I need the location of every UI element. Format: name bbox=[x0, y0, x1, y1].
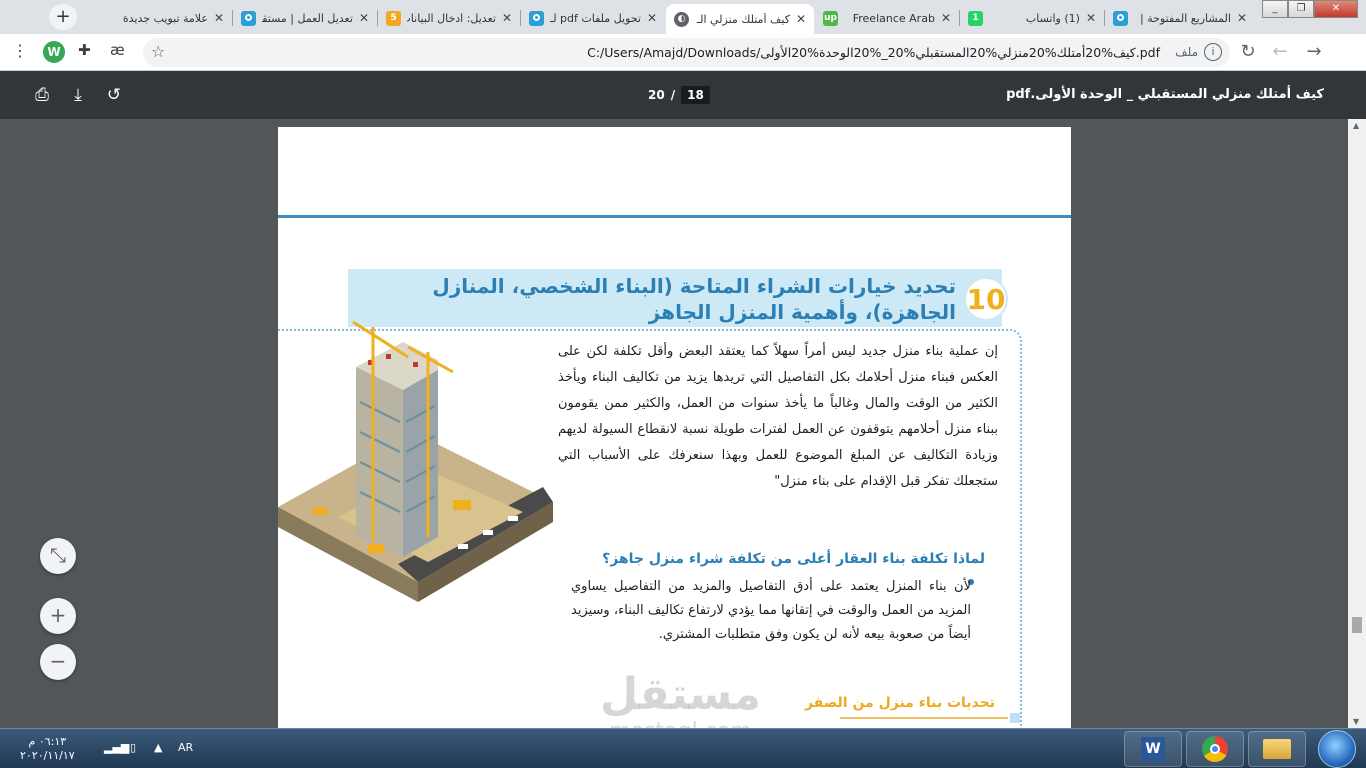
subheading-underline bbox=[840, 717, 1008, 719]
clock-time: ٠٦:١٣ م bbox=[28, 735, 67, 748]
tab-close-icon[interactable]: ✕ bbox=[796, 12, 806, 26]
back-icon[interactable]: → bbox=[1302, 41, 1326, 62]
zoom-in-button[interactable]: + bbox=[40, 598, 76, 634]
subheading-challenges: تحديات بناء منزل من الصفر bbox=[804, 695, 995, 711]
scroll-thumb[interactable] bbox=[1352, 617, 1362, 633]
zoom-out-button[interactable]: − bbox=[40, 644, 76, 680]
extensions-puzzle-icon[interactable]: ✚ bbox=[78, 41, 91, 59]
tab-title: تحويل ملفات pdf لـ bbox=[550, 11, 641, 25]
browser-tab[interactable]: المشاريع المفتوحة | ✕ bbox=[1105, 4, 1255, 32]
profile-avatar[interactable]: W bbox=[43, 41, 65, 63]
browser-tab[interactable]: up Freelance Arab ✕ bbox=[815, 4, 959, 32]
network-icon[interactable]: ▂▄▆ bbox=[104, 741, 129, 754]
pdf-toolbar: كيف أمتلك منزلي المستقبلي _ الوحدة الأول… bbox=[0, 71, 1366, 119]
pdf-viewport[interactable]: 10 تحديد خيارات الشراء المتاحة (البناء ا… bbox=[0, 119, 1348, 728]
forward-icon[interactable]: ← bbox=[1268, 41, 1292, 62]
vertical-scrollbar[interactable]: ▲ ▼ bbox=[1348, 119, 1366, 728]
pdf-page: 10 تحديد خيارات الشراء المتاحة (البناء ا… bbox=[278, 127, 1071, 728]
taskbar: ٠٦:١٣ م ٢٠٢٠/١١/١٧ ▂▄▆ ▯ ▲ AR W bbox=[0, 728, 1366, 768]
minimize-icon[interactable]: _ bbox=[1262, 0, 1288, 18]
tab-close-icon[interactable]: ✕ bbox=[647, 11, 657, 25]
tab-title: المشاريع المفتوحة | bbox=[1140, 11, 1231, 25]
fit-page-button[interactable]: ⤡ bbox=[40, 538, 76, 574]
new-tab-button[interactable]: + bbox=[49, 4, 77, 30]
system-clock[interactable]: ٠٦:١٣ م ٢٠٢٠/١١/١٧ bbox=[20, 735, 75, 763]
tab-title: Freelance Arab bbox=[852, 11, 935, 25]
file-label: ملف bbox=[1175, 45, 1198, 59]
rotate-icon[interactable]: ↺ bbox=[103, 85, 125, 105]
reload-icon[interactable]: ↻ bbox=[1236, 41, 1260, 62]
subheading-question: لماذا تكلفة بناء العقار أعلى من تكلفة شر… bbox=[602, 551, 985, 567]
pdf-title: كيف أمتلك منزلي المستقبلي _ الوحدة الأول… bbox=[1006, 87, 1324, 102]
language-indicator[interactable]: AR bbox=[178, 741, 193, 754]
extension-ae-icon[interactable]: æ bbox=[110, 41, 125, 59]
scroll-up-icon[interactable]: ▲ bbox=[1353, 121, 1359, 130]
tab-favicon-icon bbox=[94, 10, 109, 26]
browser-tab[interactable]: 1 (1) واتساب ✕ bbox=[960, 4, 1104, 32]
bullet-paragraph: لأن بناء المنزل يعتمد على أدق التفاصيل و… bbox=[571, 579, 971, 642]
page-divider bbox=[278, 215, 1071, 218]
browser-tab[interactable]: علامة تبويب جديدة ✕ bbox=[86, 4, 232, 32]
tab-favicon-icon: 5 bbox=[386, 10, 401, 26]
browser-tab[interactable]: تحويل ملفات pdf لـ ✕ bbox=[521, 4, 665, 32]
current-page-input[interactable]: 18 bbox=[681, 86, 710, 104]
body-paragraph: إن عملية بناء منزل جديد ليس أمراً سهلاً … bbox=[558, 344, 998, 489]
taskbar-chrome-icon[interactable] bbox=[1186, 731, 1244, 767]
tab-title: علامة تبويب جديدة bbox=[122, 11, 208, 25]
show-hidden-icons[interactable]: ▲ bbox=[154, 741, 162, 754]
tab-title: تعديل: ادخال البيانات bbox=[407, 11, 496, 25]
start-button[interactable] bbox=[1318, 730, 1356, 768]
tab-close-icon[interactable]: ✕ bbox=[1086, 11, 1096, 25]
tab-favicon-icon bbox=[1113, 10, 1128, 26]
tab-title: كيف أمتلك منزلي الـ bbox=[696, 12, 790, 26]
tab-favicon-icon: ◐ bbox=[674, 11, 689, 27]
clock-date: ٢٠٢٠/١١/١٧ bbox=[20, 749, 75, 762]
tab-close-icon[interactable]: ✕ bbox=[502, 11, 512, 25]
url-text[interactable]: C:/Users/Amajd/Downloads/كيف%20أمتلك%20م… bbox=[587, 45, 1160, 60]
tab-close-icon[interactable]: ✕ bbox=[941, 11, 951, 25]
page-indicator: 20 / 18 bbox=[648, 86, 710, 104]
tab-strip: _ ❐ ✕ + علامة تبويب جديدة ✕ تعديل العمل | … bbox=[0, 0, 1366, 34]
tab-favicon-icon bbox=[529, 10, 544, 26]
restore-icon[interactable]: ❐ bbox=[1288, 0, 1314, 18]
download-icon[interactable]: ⤓ bbox=[67, 85, 89, 105]
tab-title: (1) واتساب bbox=[1025, 11, 1080, 25]
window-close-icon[interactable]: ✕ bbox=[1314, 0, 1358, 18]
info-icon[interactable]: i bbox=[1204, 43, 1222, 61]
tab-favicon-icon bbox=[241, 10, 256, 26]
bookmark-star-icon[interactable]: ☆ bbox=[151, 42, 165, 61]
browser-tab[interactable]: ◐ كيف أمتلك منزلي الـ ✕ bbox=[666, 4, 814, 34]
menu-icon[interactable]: ⋮ bbox=[12, 41, 28, 60]
browser-tab[interactable]: تعديل العمل | مستقل ✕ bbox=[233, 4, 377, 32]
tab-close-icon[interactable]: ✕ bbox=[359, 11, 369, 25]
tab-title: تعديل العمل | مستقل bbox=[262, 11, 353, 25]
taskbar-explorer-icon[interactable] bbox=[1248, 731, 1306, 767]
tab-favicon-icon: 1 bbox=[968, 10, 983, 26]
battery-icon[interactable]: ▯ bbox=[130, 741, 136, 754]
section-number: 10 bbox=[964, 277, 1008, 321]
construction-illustration bbox=[278, 320, 553, 602]
address-bar[interactable]: i ملف C:/Users/Amajd/Downloads/كيف%20أمت… bbox=[143, 38, 1230, 67]
tab-close-icon[interactable]: ✕ bbox=[1237, 11, 1247, 25]
tab-favicon-icon: up bbox=[823, 10, 838, 26]
tab-close-icon[interactable]: ✕ bbox=[214, 11, 224, 25]
window-controls: _ ❐ ✕ bbox=[1262, 0, 1358, 18]
page-separator: / bbox=[670, 88, 676, 102]
subheading-marker bbox=[1010, 713, 1020, 723]
print-icon[interactable]: ⎙ bbox=[31, 85, 53, 105]
total-pages: 20 bbox=[648, 88, 665, 102]
scroll-down-icon[interactable]: ▼ bbox=[1353, 717, 1359, 726]
browser-tab[interactable]: 5 تعديل: ادخال البيانات ✕ bbox=[378, 4, 520, 32]
taskbar-word-icon[interactable]: W bbox=[1124, 731, 1182, 767]
